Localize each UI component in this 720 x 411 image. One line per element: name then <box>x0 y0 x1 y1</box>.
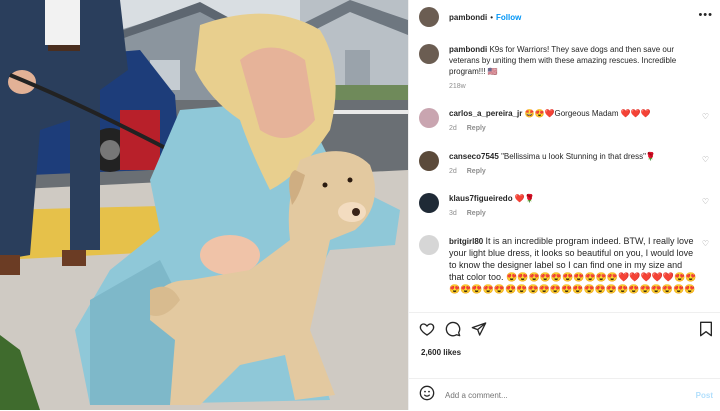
bookmark-icon[interactable] <box>699 321 713 342</box>
reply-button[interactable]: Reply <box>467 210 486 217</box>
comment-item: klaus7figueiredo ❤️🌹 3d Reply ♡ <box>419 193 715 219</box>
comment-meta: 2d Reply <box>449 166 699 177</box>
post-photo-illustration <box>0 0 408 410</box>
caption-username[interactable]: pambondi <box>449 45 487 54</box>
user-avatar[interactable] <box>419 7 439 27</box>
comment-item: britgirl80 It is an incredible program i… <box>419 235 715 303</box>
comment-username[interactable]: canseco7545 <box>449 152 499 161</box>
post-header: pambondi • Follow ••• <box>409 0 720 34</box>
comment-body: britgirl80 It is an incredible program i… <box>449 235 699 303</box>
comment-body: klaus7figueiredo ❤️🌹 3d Reply <box>449 193 699 219</box>
comment-item: carlos_a_pereira_jr 🤩😍❤️Gorgeous Madam ❤… <box>419 108 715 134</box>
like-icon[interactable] <box>419 321 435 342</box>
follow-button[interactable]: Follow <box>496 13 521 22</box>
comment-avatar[interactable] <box>419 193 439 213</box>
more-options-icon[interactable]: ••• <box>698 9 713 21</box>
caption-body: pambondi K9s for Warriors! They save dog… <box>449 44 699 92</box>
likes-count[interactable]: 2,600 likes <box>421 348 461 357</box>
post-comment-button[interactable]: Post <box>696 391 713 400</box>
comment-username[interactable]: britgirl80 <box>449 237 483 246</box>
caption-avatar[interactable] <box>419 44 439 64</box>
comment-avatar[interactable] <box>419 235 439 255</box>
comment-input[interactable] <box>443 389 677 401</box>
reply-button[interactable]: Reply <box>467 168 486 175</box>
comment-text: It is an incredible program indeed. BTW,… <box>449 236 697 294</box>
comment-avatar[interactable] <box>419 151 439 171</box>
add-comment-bar: Post <box>409 378 720 411</box>
comment-text: 🤩😍❤️Gorgeous Madam ❤️❤️❤️ <box>524 109 651 118</box>
comment-meta: 3d Reply <box>449 208 699 219</box>
comment-body: carlos_a_pereira_jr 🤩😍❤️Gorgeous Madam ❤… <box>449 108 699 134</box>
comment-time: 2d <box>449 168 457 175</box>
post-side-panel: pambondi • Follow ••• pambondi K9s for W… <box>408 0 720 410</box>
comment-icon[interactable] <box>445 321 461 342</box>
comment-body: canseco7545 "Bellissima u look Stunning … <box>449 151 699 177</box>
post-actions <box>409 318 720 342</box>
emoji-icon[interactable] <box>419 385 435 406</box>
like-comment-icon[interactable]: ♡ <box>702 155 709 164</box>
comment-username[interactable]: klaus7figueiredo <box>449 194 513 203</box>
actions-divider <box>409 312 720 313</box>
comment-time: 2d <box>449 125 457 132</box>
like-comment-icon[interactable]: ♡ <box>702 112 709 121</box>
comment-username[interactable]: carlos_a_pereira_jr <box>449 109 522 118</box>
post-photo <box>0 0 408 410</box>
like-comment-icon[interactable]: ♡ <box>702 197 709 206</box>
reply-button[interactable]: Reply <box>467 125 486 132</box>
separator-dot: • <box>490 12 494 22</box>
comment-text: "Bellissima u look Stunning in that dres… <box>501 152 656 161</box>
comment-item: canseco7545 "Bellissima u look Stunning … <box>419 151 715 177</box>
comment-text: ❤️🌹 <box>514 194 535 203</box>
caption-time: 218w <box>449 83 466 90</box>
post-caption: pambondi K9s for Warriors! They save dog… <box>419 44 715 92</box>
comment-time: 3d <box>449 210 457 217</box>
comment-avatar[interactable] <box>419 108 439 128</box>
comment-meta: 2d Reply <box>449 123 699 134</box>
share-icon[interactable] <box>471 321 487 342</box>
header-username[interactable]: pambondi <box>449 13 487 22</box>
like-comment-icon[interactable]: ♡ <box>702 239 709 248</box>
